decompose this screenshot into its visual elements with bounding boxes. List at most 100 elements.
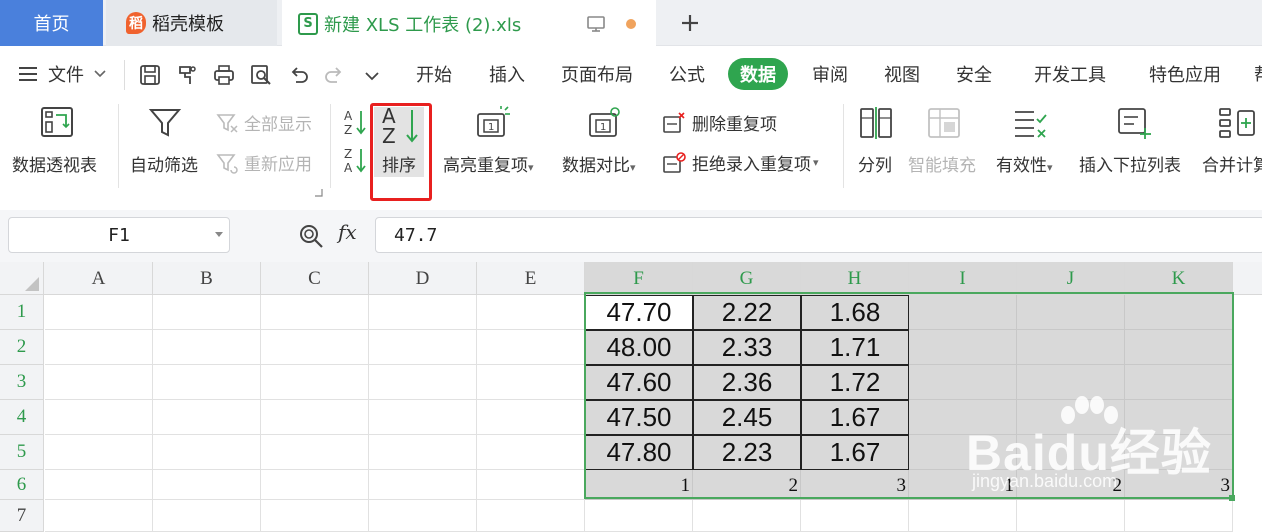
consolidate-icon[interactable] — [1218, 106, 1258, 144]
cell-b1[interactable] — [153, 295, 261, 330]
split-column-icon[interactable] — [858, 106, 894, 144]
cell-h6[interactable]: 3 — [801, 470, 909, 500]
zoom-search-icon[interactable] — [298, 223, 324, 253]
column-header-d[interactable]: D — [369, 262, 477, 295]
name-box[interactable]: F1 — [8, 217, 230, 253]
cell-a5[interactable] — [45, 435, 153, 470]
row-header-5[interactable]: 5 — [0, 435, 44, 470]
menu-item-page-layout[interactable]: 页面布局 — [561, 54, 633, 94]
data-compare-icon[interactable]: 1 — [587, 106, 623, 144]
cell-f6[interactable]: 1 — [585, 470, 693, 500]
pivot-table-button[interactable]: 数据透视表 — [12, 151, 97, 176]
cell-i1[interactable] — [909, 295, 1017, 330]
column-header-b[interactable]: B — [153, 262, 261, 295]
cell-h1[interactable]: 1.68 — [801, 295, 909, 330]
cell-j3[interactable] — [1017, 365, 1125, 400]
format-painter-icon[interactable] — [176, 64, 198, 90]
cell-g2[interactable]: 2.33 — [693, 330, 801, 365]
cell-b6[interactable] — [153, 470, 261, 500]
cell-f5[interactable]: 47.80 — [585, 435, 693, 470]
print-icon[interactable] — [213, 64, 235, 90]
validity-button[interactable]: 有效性▾ — [996, 151, 1053, 176]
row-header-3[interactable]: 3 — [0, 365, 44, 400]
cell-i5[interactable] — [909, 435, 1017, 470]
cell-b7[interactable] — [153, 500, 261, 532]
cell-e2[interactable] — [477, 330, 585, 365]
smart-fill-icon[interactable] — [926, 106, 962, 144]
menu-item-developer[interactable]: 开发工具 — [1034, 54, 1106, 94]
cell-j2[interactable] — [1017, 330, 1125, 365]
cell-k3[interactable] — [1125, 365, 1233, 400]
formula-input[interactable]: 47.7 — [375, 217, 1262, 253]
validity-icon[interactable] — [1012, 106, 1048, 144]
row-header-7[interactable]: 7 — [0, 500, 44, 532]
data-compare-button[interactable]: 数据对比▾ — [562, 151, 636, 176]
cell-g4[interactable]: 2.45 — [693, 400, 801, 435]
cell-j1[interactable] — [1017, 295, 1125, 330]
cell-e6[interactable] — [477, 470, 585, 500]
cell-e1[interactable] — [477, 295, 585, 330]
cell-a4[interactable] — [45, 400, 153, 435]
column-header-c[interactable]: C — [261, 262, 369, 295]
pivot-table-icon[interactable] — [40, 106, 74, 142]
column-header-h[interactable]: H — [801, 262, 909, 295]
new-tab-button[interactable] — [672, 0, 708, 46]
column-header-a[interactable]: A — [45, 262, 153, 295]
column-header-k[interactable]: K — [1125, 262, 1233, 295]
cell-k7[interactable] — [1125, 500, 1233, 532]
cell-g6[interactable]: 2 — [693, 470, 801, 500]
cell-b4[interactable] — [153, 400, 261, 435]
cell-k4[interactable] — [1125, 400, 1233, 435]
cell-k6[interactable]: 3 — [1125, 470, 1233, 500]
show-all-button[interactable]: 全部显示 — [216, 110, 312, 135]
cell-c4[interactable] — [261, 400, 369, 435]
cell-b2[interactable] — [153, 330, 261, 365]
quick-access-dropdown-icon[interactable] — [364, 68, 380, 87]
save-icon[interactable] — [139, 64, 161, 90]
tab-document[interactable]: S 新建 XLS 工作表 (2).xls — [282, 0, 656, 47]
reapply-button[interactable]: 重新应用 — [216, 150, 312, 175]
column-header-i[interactable]: I — [909, 262, 1017, 295]
menu-item-start[interactable]: 开始 — [416, 54, 452, 94]
smart-fill-button[interactable]: 智能填充 — [908, 151, 976, 176]
column-header-g[interactable]: G — [693, 262, 801, 295]
cell-h2[interactable]: 1.71 — [801, 330, 909, 365]
print-preview-icon[interactable] — [250, 64, 272, 90]
monitor-icon[interactable] — [586, 15, 606, 38]
row-header-1[interactable]: 1 — [0, 295, 44, 330]
remove-duplicates-button[interactable]: 删除重复项 — [662, 110, 777, 135]
cell-d4[interactable] — [369, 400, 477, 435]
highlight-duplicates-icon[interactable]: 1 — [475, 106, 511, 144]
cell-k1[interactable] — [1125, 295, 1233, 330]
menu-item-formulas[interactable]: 公式 — [669, 54, 705, 94]
cell-i3[interactable] — [909, 365, 1017, 400]
cell-i2[interactable] — [909, 330, 1017, 365]
cell-d1[interactable] — [369, 295, 477, 330]
cell-h4[interactable]: 1.67 — [801, 400, 909, 435]
cell-h5[interactable]: 1.67 — [801, 435, 909, 470]
cell-d5[interactable] — [369, 435, 477, 470]
row-header-6[interactable]: 6 — [0, 470, 44, 500]
reject-duplicates-button[interactable]: 拒绝录入重复项 ▾ — [662, 150, 819, 175]
cell-d6[interactable] — [369, 470, 477, 500]
cell-i4[interactable] — [909, 400, 1017, 435]
cell-e7[interactable] — [477, 500, 585, 532]
file-menu[interactable]: 文件 — [18, 54, 106, 94]
function-icon[interactable]: fx — [338, 220, 357, 244]
row-header-4[interactable]: 4 — [0, 400, 44, 435]
cell-c1[interactable] — [261, 295, 369, 330]
cell-e5[interactable] — [477, 435, 585, 470]
cell-a2[interactable] — [45, 330, 153, 365]
cell-g1[interactable]: 2.22 — [693, 295, 801, 330]
cell-c3[interactable] — [261, 365, 369, 400]
undo-icon[interactable] — [288, 64, 310, 90]
cell-a3[interactable] — [45, 365, 153, 400]
cell-a7[interactable] — [45, 500, 153, 532]
menu-item-help[interactable]: 帮 — [1254, 54, 1262, 94]
fill-handle[interactable] — [1229, 495, 1235, 501]
sort-ascending-icon[interactable]: AZ — [342, 108, 368, 140]
cell-d3[interactable] — [369, 365, 477, 400]
select-all-corner[interactable] — [0, 262, 44, 295]
menu-item-security[interactable]: 安全 — [956, 54, 992, 94]
insert-dropdown-icon[interactable] — [1116, 106, 1152, 144]
